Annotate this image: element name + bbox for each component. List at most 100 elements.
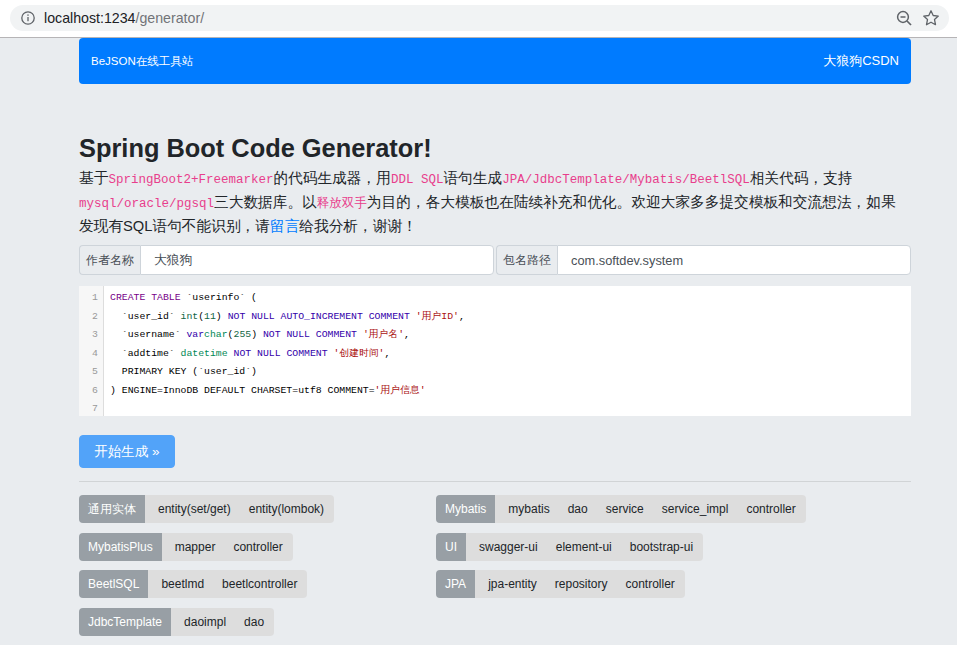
code-line: [104, 400, 911, 419]
tag-group-items: entity(set/get) entity(lombok): [145, 495, 334, 523]
tag-item[interactable]: service: [606, 502, 644, 516]
tag-item[interactable]: controller: [626, 577, 675, 591]
desc-text: 给我分析，谢谢！: [299, 218, 417, 234]
tag-item[interactable]: jpa-entity: [488, 577, 537, 591]
tag-group-MybatisPlus: MybatisPlus mapper controller: [79, 533, 293, 561]
tag-group-items: mybatis dao service service_impl controller: [495, 495, 805, 523]
tag-item[interactable]: mybatis: [508, 502, 549, 516]
bookmark-star-icon[interactable]: [922, 9, 940, 27]
tag-group-label[interactable]: UI: [436, 533, 466, 561]
code-token: PRIMARY KEY (`user_id`): [110, 366, 257, 377]
code-token: '用户名': [363, 329, 404, 340]
sql-editor[interactable]: 1234567 CREATE TABLE `userinfo` ( `user_…: [79, 286, 911, 416]
code-token: ,: [404, 329, 410, 340]
tag-group-JdbcTemplate: JdbcTemplate daoimpl dao: [79, 608, 274, 636]
page-description: 基于SpringBoot2+Freemarker的代码生成器，用DDL SQL语…: [79, 166, 939, 238]
navbar: BeJSON在线工具站 大狼狗CSDN: [79, 38, 911, 84]
form-row: 作者名称 大狼狗 包名路径 com.softdev.system: [79, 245, 911, 275]
line-number: 6: [79, 382, 103, 401]
code-token: var: [186, 329, 204, 340]
author-input[interactable]: 大狼狗: [140, 245, 494, 275]
divider: [79, 481, 911, 482]
address-bar[interactable]: localhost:1234/generator/: [10, 5, 949, 31]
desc-text: 语句生成: [443, 170, 502, 186]
zoom-out-icon[interactable]: [895, 9, 913, 27]
tag-group-label[interactable]: JPA: [436, 570, 475, 598]
tag-group-label[interactable]: 通用实体: [79, 495, 145, 523]
url-host: localhost:1234: [44, 10, 136, 26]
desc-line: 发现有SQL语句不能识别，请留言给我分析，谢谢！: [79, 214, 939, 238]
code-token: ): [251, 329, 263, 340]
code-token: '用户ID': [416, 311, 459, 322]
tag-item[interactable]: bootstrap-ui: [630, 540, 693, 554]
tag-item[interactable]: repository: [555, 577, 608, 591]
code-token: '用户信息': [375, 385, 426, 396]
desc-text: 的代码生成器，用: [273, 170, 391, 186]
navbar-right-link[interactable]: 大狼狗CSDN: [823, 52, 899, 70]
browser-toolbar: localhost:1234/generator/: [0, 0, 957, 38]
template-tags: 通用实体 entity(set/get) entity(lombok) Mybatis…: [79, 495, 911, 645]
code-token: NOT NULL AUTO_INCREMENT COMMENT: [228, 311, 410, 322]
line-number: 2: [79, 308, 103, 327]
sql-editor-gutter: 1234567: [79, 286, 104, 416]
generate-button[interactable]: 开始生成 »: [79, 435, 175, 468]
desc-text: 三大数据库。以: [214, 194, 317, 210]
code-token: `user_id`: [110, 311, 181, 322]
page-body: BeJSON在线工具站 大狼狗CSDN Spring Boot Code Gen…: [0, 38, 957, 645]
code-token: NOT NULL COMMENT: [263, 329, 357, 340]
desc-text: 为目的，各大模板也在陆续补充和优化。欢迎大家多多提交模板和交流想法，如果: [367, 194, 896, 210]
line-number: 5: [79, 363, 103, 382]
url-text[interactable]: localhost:1234/generator/: [44, 10, 895, 26]
package-label: 包名路径: [496, 245, 557, 275]
tag-group-JPA: JPA jpa-entity repository controller: [436, 570, 685, 598]
code-token: char: [204, 329, 228, 340]
message-link[interactable]: 留言: [270, 218, 299, 234]
desc-code: SpringBoot2+Freemarker: [108, 173, 273, 187]
code-token: 11: [204, 311, 216, 322]
tag-item[interactable]: controller: [233, 540, 282, 554]
tag-item[interactable]: entity(lombok): [249, 502, 324, 516]
code-token: `username`: [110, 329, 186, 340]
tag-group-label[interactable]: JdbcTemplate: [79, 608, 171, 636]
tag-item[interactable]: entity(set/get): [158, 502, 231, 516]
sql-code-lines: CREATE TABLE `userinfo` ( `user_id` int(…: [104, 286, 911, 419]
tag-group-items: jpa-entity repository controller: [475, 570, 685, 598]
author-field-group: 作者名称 大狼狗: [79, 245, 494, 275]
desc-text: 基于: [79, 170, 108, 186]
code-token: datetime: [181, 348, 228, 359]
tag-item[interactable]: daoimpl: [184, 615, 226, 629]
tag-item[interactable]: beetlmd: [161, 577, 204, 591]
tag-group-通用实体: 通用实体 entity(set/get) entity(lombok): [79, 495, 334, 523]
tag-group-UI: UI swagger-ui element-ui bootstrap-ui: [436, 533, 703, 561]
tag-item[interactable]: mapper: [175, 540, 216, 554]
desc-line: mysql/oracle/pgsql三大数据库。以释放双手为目的，各大模板也在陆…: [79, 190, 939, 214]
tag-item[interactable]: service_impl: [662, 502, 729, 516]
tag-group-BeetlSQL: BeetlSQL beetlmd beetlcontroller: [79, 570, 307, 598]
navbar-brand[interactable]: BeJSON在线工具站: [91, 54, 193, 69]
info-icon[interactable]: [21, 11, 35, 25]
tag-group-label[interactable]: Mybatis: [436, 495, 495, 523]
tag-item[interactable]: dao: [568, 502, 588, 516]
tag-group-items: daoimpl dao: [171, 608, 274, 636]
code-line: ) ENGINE=InnoDB DEFAULT CHARSET=utf8 COM…: [104, 382, 911, 401]
tag-item[interactable]: controller: [746, 502, 795, 516]
tag-group-Mybatis: Mybatis mybatis dao service service_impl cont…: [436, 495, 806, 523]
package-field-group: 包名路径 com.softdev.system: [496, 245, 911, 275]
code-token: ,: [459, 311, 465, 322]
desc-code: DDL SQL: [391, 173, 444, 187]
line-number: 3: [79, 326, 103, 345]
tag-item[interactable]: dao: [244, 615, 264, 629]
tag-group-label[interactable]: MybatisPlus: [79, 533, 162, 561]
code-token: NOT NULL COMMENT: [234, 348, 328, 359]
tag-item[interactable]: swagger-ui: [479, 540, 538, 554]
code-line: CREATE TABLE `userinfo` (: [104, 289, 911, 308]
tag-item[interactable]: element-ui: [556, 540, 612, 554]
package-input[interactable]: com.softdev.system: [557, 245, 911, 275]
code-token: '创建时间': [333, 348, 384, 359]
tag-group-items: mapper controller: [162, 533, 293, 561]
tag-group-label[interactable]: BeetlSQL: [79, 570, 148, 598]
tag-item[interactable]: beetlcontroller: [222, 577, 297, 591]
code-token: ) ENGINE=InnoDB DEFAULT CHARSET=utf8 COM…: [110, 385, 375, 396]
line-number: 4: [79, 345, 103, 364]
code-line: `addtime` datetime NOT NULL COMMENT '创建时…: [104, 345, 911, 364]
